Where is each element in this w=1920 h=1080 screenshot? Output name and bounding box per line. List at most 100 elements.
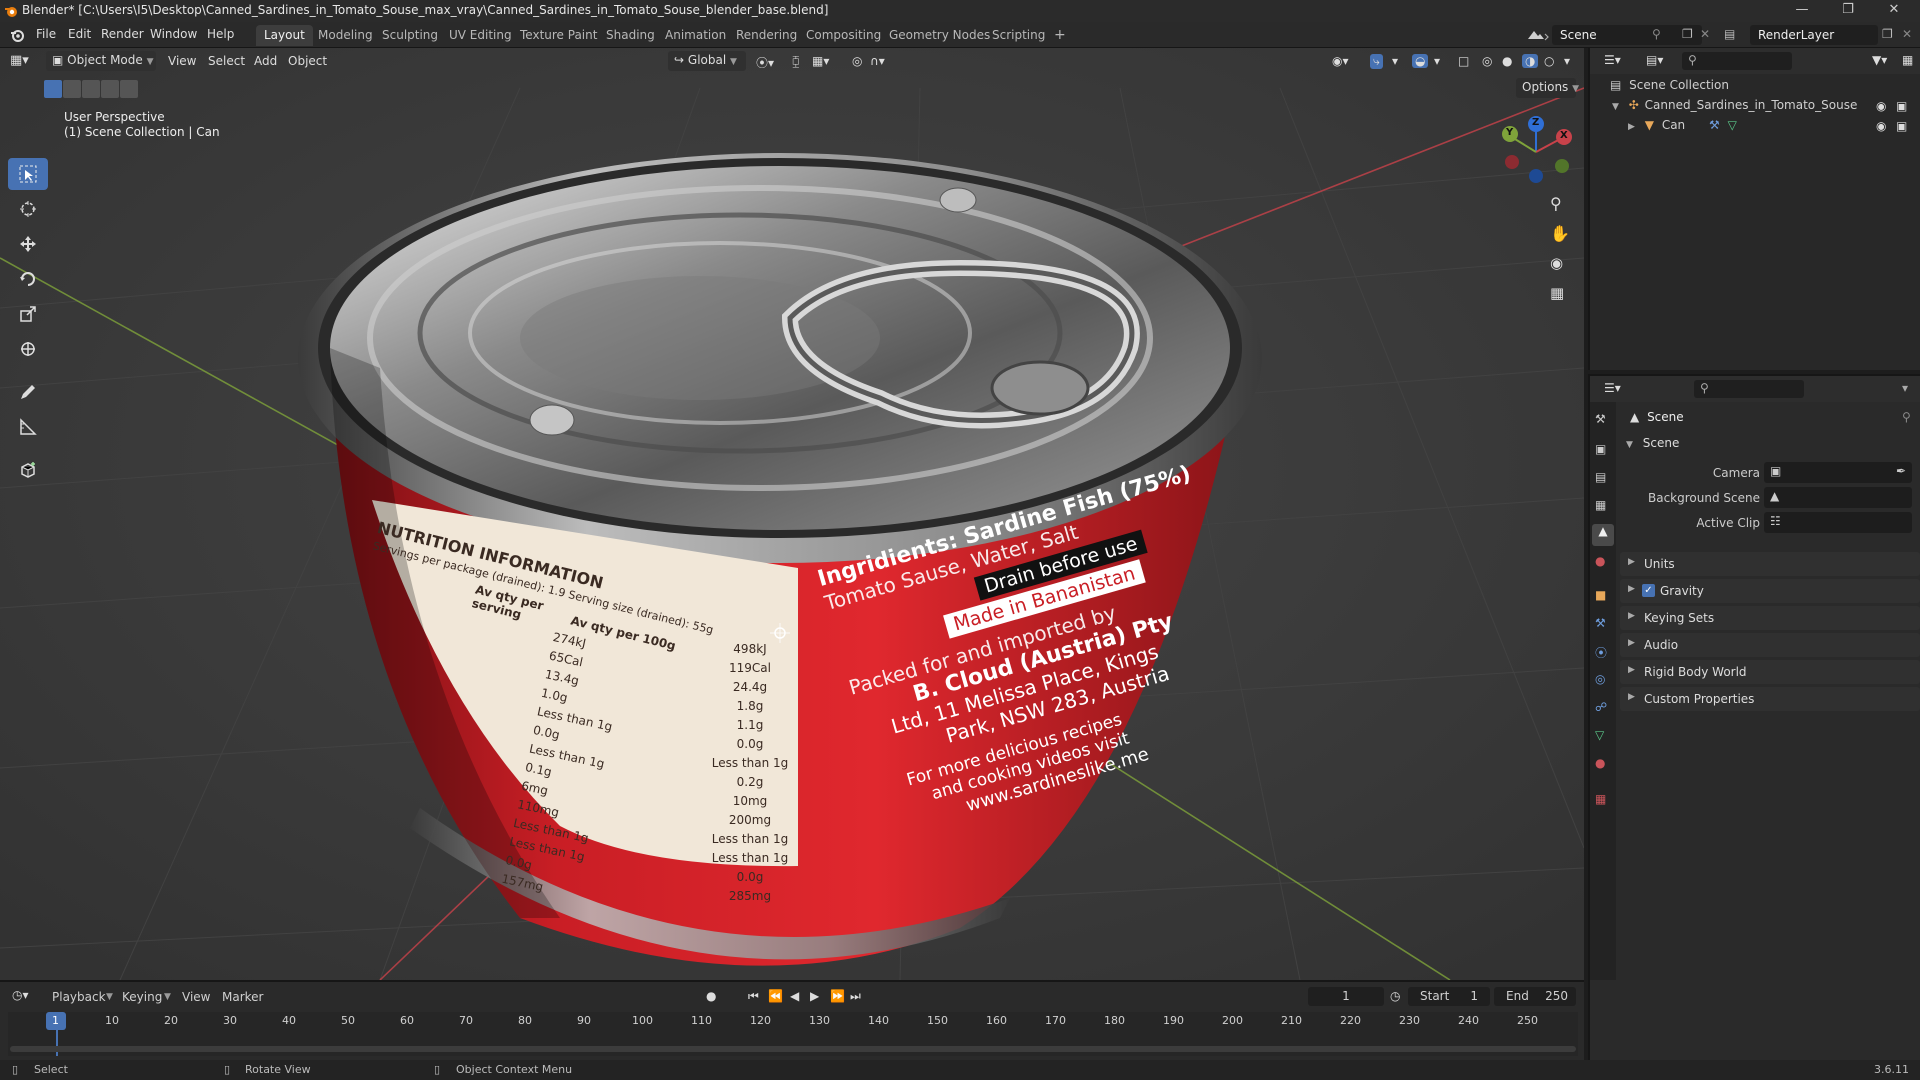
- tab-material-icon[interactable]: ●: [1595, 756, 1605, 770]
- gizmo-toggle-icon[interactable]: ⤷: [1370, 54, 1383, 69]
- tab-sculpting[interactable]: Sculpting: [374, 25, 446, 46]
- jump-end-icon[interactable]: ⏭: [850, 989, 861, 1004]
- keying-sets-panel[interactable]: ▶ Keying Sets: [1620, 606, 1920, 630]
- menu-select[interactable]: Select: [208, 54, 245, 68]
- units-panel[interactable]: Units ▶: [1620, 552, 1920, 576]
- delete-scene-icon[interactable]: ✕: [1700, 27, 1710, 41]
- jump-start-icon[interactable]: ⏮: [748, 989, 759, 1004]
- menu-timeline-view[interactable]: View: [182, 990, 210, 1004]
- timeline-editor-type-icon[interactable]: ◷▾: [12, 988, 29, 1002]
- maximize-button[interactable]: ❐: [1828, 2, 1868, 20]
- select-extend-icon[interactable]: [63, 80, 81, 98]
- scale-tool[interactable]: [8, 298, 48, 330]
- outliner-editor-type-icon[interactable]: ☰▾: [1604, 53, 1621, 67]
- tab-view-layer-icon[interactable]: ▦: [1595, 498, 1606, 512]
- menu-edit[interactable]: Edit: [68, 27, 91, 41]
- outliner-row-can[interactable]: ▶ ▼ Can ⚒ ▽: [1628, 118, 1908, 138]
- transform-tool[interactable]: [8, 333, 48, 365]
- add-cube-tool[interactable]: [8, 454, 48, 486]
- visibility-icon[interactable]: ◉▾: [1332, 54, 1349, 68]
- overlays-toggle-icon[interactable]: ◒: [1412, 54, 1429, 68]
- options-button[interactable]: Options ▼: [1516, 78, 1579, 98]
- solid-shading-icon[interactable]: ●: [1502, 54, 1512, 68]
- select-invert-icon[interactable]: [101, 80, 119, 98]
- zoom-icon[interactable]: ⚲: [1550, 194, 1562, 213]
- outliner-search-input[interactable]: ⚲: [1682, 52, 1792, 70]
- tab-rendering[interactable]: Rendering: [728, 25, 805, 46]
- tab-object-icon[interactable]: ■: [1595, 588, 1606, 602]
- menu-marker[interactable]: Marker: [222, 990, 263, 1004]
- xray-icon[interactable]: □: [1458, 54, 1469, 68]
- tab-compositing[interactable]: Compositing: [798, 25, 889, 46]
- menu-keying[interactable]: Keying: [122, 990, 162, 1004]
- gravity-panel[interactable]: ▶ ✓ Gravity: [1620, 579, 1920, 603]
- jump-keyframe-back-icon[interactable]: ⏪: [768, 989, 783, 1003]
- tab-animation[interactable]: Animation: [657, 25, 734, 46]
- display-mode-icon[interactable]: ▤▾: [1646, 53, 1663, 67]
- play-icon[interactable]: ▶: [810, 989, 819, 1003]
- tab-layout[interactable]: Layout: [256, 25, 313, 46]
- tab-physics-icon[interactable]: ◎: [1595, 672, 1605, 686]
- new-scene-icon[interactable]: ❐: [1682, 27, 1693, 41]
- clock-icon[interactable]: ◷: [1390, 989, 1400, 1003]
- tab-shading[interactable]: Shading: [598, 25, 663, 46]
- view-layer-selector[interactable]: RenderLayer: [1750, 25, 1878, 45]
- move-tool[interactable]: [8, 228, 48, 260]
- tab-render-icon[interactable]: ▣: [1595, 442, 1606, 456]
- menu-playback[interactable]: Playback: [52, 990, 106, 1004]
- select-subtract-icon[interactable]: [82, 80, 100, 98]
- measure-tool[interactable]: [8, 411, 48, 443]
- menu-render[interactable]: Render: [101, 27, 144, 41]
- blender-menu-icon[interactable]: [10, 28, 24, 42]
- eye-icon[interactable]: ◉: [1876, 99, 1886, 113]
- menu-file[interactable]: File: [36, 27, 56, 41]
- start-frame-field[interactable]: Start 1: [1408, 987, 1490, 1006]
- scene-panel-header[interactable]: ▼ Scene: [1626, 436, 1916, 458]
- editor-type-icon[interactable]: ▦▾: [10, 53, 29, 68]
- tab-modeling[interactable]: Modeling: [310, 25, 381, 46]
- view-layer-icon[interactable]: ▤: [1724, 27, 1735, 41]
- tab-data-icon[interactable]: ▽: [1595, 728, 1604, 742]
- 3d-viewport[interactable]: NUTRITION INFORMATION Servings per packa…: [0, 48, 1584, 980]
- rotate-tool[interactable]: [8, 263, 48, 295]
- annotate-tool[interactable]: [8, 376, 48, 408]
- timeline-scrollbar[interactable]: [10, 1046, 1576, 1052]
- active-clip-field[interactable]: ☷: [1764, 512, 1912, 533]
- delete-view-layer-icon[interactable]: ✕: [1902, 27, 1912, 41]
- proportional-editing-icon[interactable]: ◎: [852, 54, 862, 68]
- custom-properties-panel[interactable]: ▶ Custom Properties: [1620, 687, 1920, 711]
- new-collection-icon[interactable]: ▦: [1902, 53, 1913, 67]
- properties-options-icon[interactable]: ▾: [1902, 381, 1908, 395]
- minimize-button[interactable]: —: [1782, 2, 1822, 20]
- select-intersect-icon[interactable]: [120, 80, 138, 98]
- play-reverse-icon[interactable]: ◀: [790, 989, 799, 1003]
- background-scene-field[interactable]: ▲: [1764, 487, 1912, 508]
- tab-modifiers-icon[interactable]: ⚒: [1595, 616, 1606, 630]
- menu-window[interactable]: Window: [150, 27, 197, 41]
- menu-help[interactable]: Help: [207, 27, 234, 41]
- gravity-checkbox[interactable]: ✓: [1642, 584, 1655, 597]
- menu-add[interactable]: Add: [254, 54, 277, 68]
- audio-panel[interactable]: ▶ Audio: [1620, 633, 1920, 657]
- snap-icon[interactable]: ⧮: [792, 54, 800, 69]
- properties-editor-type-icon[interactable]: ☰▾: [1604, 381, 1621, 395]
- tab-world-icon[interactable]: ●: [1595, 554, 1605, 568]
- outliner-row-scene-collection[interactable]: ▤ Scene Collection: [1610, 78, 1910, 98]
- pivot-point-icon[interactable]: ⦿▾: [756, 54, 774, 71]
- perspective-toggle-icon[interactable]: ▦: [1550, 284, 1564, 302]
- snap-target-icon[interactable]: ▦▾: [812, 54, 829, 68]
- tab-texture-paint[interactable]: Texture Paint: [512, 25, 605, 46]
- scene-icon[interactable]: [1526, 27, 1550, 43]
- pin-icon[interactable]: ⚲: [1652, 27, 1661, 41]
- eye-icon[interactable]: ◉: [1876, 119, 1886, 133]
- shading-dropdown-icon[interactable]: ▾: [1564, 54, 1570, 68]
- expand-arrow-icon[interactable]: ▼: [1612, 102, 1619, 112]
- end-frame-field[interactable]: End 250: [1494, 987, 1576, 1006]
- rigid-body-world-panel[interactable]: ▶ Rigid Body World: [1620, 660, 1920, 684]
- menu-object[interactable]: Object: [288, 54, 327, 68]
- jump-keyframe-forward-icon[interactable]: ⏩: [830, 989, 845, 1003]
- pan-hand-icon[interactable]: ✋: [1550, 224, 1570, 243]
- close-button[interactable]: ✕: [1874, 2, 1914, 20]
- camera-field[interactable]: ▣ ✒: [1764, 462, 1912, 483]
- current-frame-field[interactable]: 1: [1308, 987, 1384, 1006]
